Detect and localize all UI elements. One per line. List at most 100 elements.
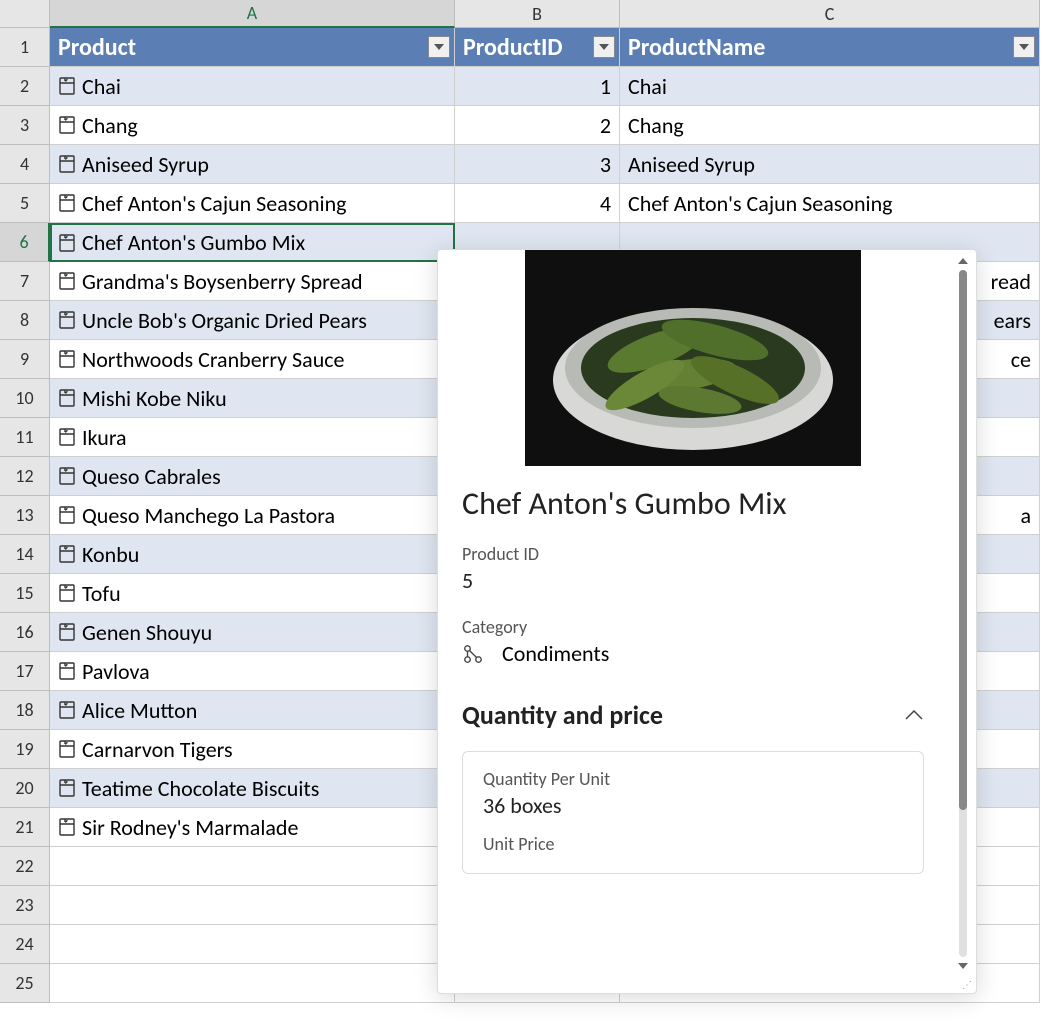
- column-header-C[interactable]: C: [620, 0, 1040, 28]
- cell[interactable]: Genen Shouyu: [50, 613, 455, 652]
- cell[interactable]: Product: [50, 28, 455, 67]
- row-header[interactable]: 11: [0, 418, 50, 457]
- cell[interactable]: Uncle Bob's Organic Dried Pears: [50, 301, 455, 340]
- data-type-icon: [58, 582, 76, 604]
- cell[interactable]: Pavlova: [50, 652, 455, 691]
- row-header[interactable]: 7: [0, 262, 50, 301]
- row-header[interactable]: 18: [0, 691, 50, 730]
- column-headers: A B C: [0, 0, 1046, 28]
- cell[interactable]: Aniseed Syrup: [50, 145, 455, 184]
- cell[interactable]: Chef Anton's Gumbo Mix: [50, 223, 455, 262]
- header-product: Product: [58, 33, 136, 62]
- row-header[interactable]: 17: [0, 652, 50, 691]
- data-type-card: Chef Anton's Gumbo Mix Product ID 5 Cate…: [437, 249, 977, 994]
- cell[interactable]: ProductName: [620, 28, 1040, 67]
- cell[interactable]: Alice Mutton: [50, 691, 455, 730]
- cell[interactable]: Northwoods Cranberry Sauce: [50, 340, 455, 379]
- data-type-icon: [58, 504, 76, 526]
- row-header[interactable]: 4: [0, 145, 50, 184]
- product-id-value: 5: [462, 567, 924, 594]
- cell[interactable]: [50, 847, 455, 886]
- category-label: Category: [462, 616, 924, 638]
- cell[interactable]: Ikura: [50, 418, 455, 457]
- row-header[interactable]: 9: [0, 340, 50, 379]
- data-type-icon: [58, 621, 76, 643]
- cell[interactable]: [50, 964, 455, 1003]
- cell[interactable]: Chang: [50, 106, 455, 145]
- cell[interactable]: 4: [455, 184, 620, 223]
- card-scrollbar[interactable]: [954, 254, 972, 973]
- row-header[interactable]: 10: [0, 379, 50, 418]
- row-header[interactable]: 6: [0, 223, 50, 262]
- data-type-icon: [58, 543, 76, 565]
- cell[interactable]: Konbu: [50, 535, 455, 574]
- data-type-icon: [58, 192, 76, 214]
- data-type-icon: [58, 348, 76, 370]
- row-header[interactable]: 16: [0, 613, 50, 652]
- cell[interactable]: [50, 925, 455, 964]
- chevron-up-icon: [904, 709, 924, 721]
- row-header[interactable]: 20: [0, 769, 50, 808]
- data-type-icon: [58, 270, 76, 292]
- filter-button[interactable]: [593, 36, 615, 58]
- row-header[interactable]: 13: [0, 496, 50, 535]
- cell[interactable]: Queso Cabrales: [50, 457, 455, 496]
- row-header[interactable]: 19: [0, 730, 50, 769]
- cell[interactable]: Chang: [620, 106, 1040, 145]
- cell[interactable]: Aniseed Syrup: [620, 145, 1040, 184]
- data-type-icon: [58, 660, 76, 682]
- cell[interactable]: Chai: [620, 67, 1040, 106]
- row-header[interactable]: 12: [0, 457, 50, 496]
- cell[interactable]: Chef Anton's Cajun Seasoning: [620, 184, 1040, 223]
- filter-button[interactable]: [1013, 36, 1035, 58]
- cell[interactable]: Carnarvon Tigers: [50, 730, 455, 769]
- scroll-down-arrow[interactable]: [956, 959, 970, 973]
- row-header[interactable]: 21: [0, 808, 50, 847]
- cell[interactable]: Queso Manchego La Pastora: [50, 496, 455, 535]
- category-value[interactable]: Condiments: [502, 640, 609, 667]
- data-type-icon: [58, 426, 76, 448]
- data-type-icon: [58, 699, 76, 721]
- cell[interactable]: 1: [455, 67, 620, 106]
- data-type-icon: [58, 738, 76, 760]
- cell[interactable]: [50, 886, 455, 925]
- row-header[interactable]: 25: [0, 964, 50, 1003]
- scroll-up-arrow[interactable]: [956, 254, 970, 268]
- cell[interactable]: ProductID: [455, 28, 620, 67]
- data-type-icon: [58, 75, 76, 97]
- row-header[interactable]: 5: [0, 184, 50, 223]
- resize-handle-icon[interactable]: ⋰: [962, 978, 972, 991]
- data-type-icon: [58, 465, 76, 487]
- filter-button[interactable]: [428, 36, 450, 58]
- row-header[interactable]: 24: [0, 925, 50, 964]
- scroll-thumb[interactable]: [959, 270, 967, 810]
- cell[interactable]: Grandma's Boysenberry Spread: [50, 262, 455, 301]
- row-header[interactable]: 22: [0, 847, 50, 886]
- cell[interactable]: Chef Anton's Cajun Seasoning: [50, 184, 455, 223]
- row-header[interactable]: 1: [0, 28, 50, 67]
- row-header[interactable]: 8: [0, 301, 50, 340]
- row-header[interactable]: 15: [0, 574, 50, 613]
- cell[interactable]: 3: [455, 145, 620, 184]
- row-header[interactable]: 14: [0, 535, 50, 574]
- cell[interactable]: Mishi Kobe Niku: [50, 379, 455, 418]
- cell[interactable]: Sir Rodney's Marmalade: [50, 808, 455, 847]
- row-header[interactable]: 3: [0, 106, 50, 145]
- scroll-track[interactable]: [959, 270, 967, 957]
- product-id-label: Product ID: [462, 543, 924, 565]
- cell[interactable]: 2: [455, 106, 620, 145]
- cell[interactable]: Teatime Chocolate Biscuits: [50, 769, 455, 808]
- data-type-icon: [58, 309, 76, 331]
- data-type-icon: [58, 387, 76, 409]
- data-type-icon: [58, 777, 76, 799]
- row-header[interactable]: 23: [0, 886, 50, 925]
- select-all-corner[interactable]: [0, 0, 50, 28]
- section-quantity-price[interactable]: Quantity and price: [462, 699, 924, 731]
- qpu-value: 36 boxes: [483, 792, 903, 819]
- product-image: [525, 250, 861, 466]
- cell[interactable]: Tofu: [50, 574, 455, 613]
- column-header-B[interactable]: B: [455, 0, 620, 28]
- cell[interactable]: Chai: [50, 67, 455, 106]
- column-header-A[interactable]: A: [50, 0, 455, 28]
- row-header[interactable]: 2: [0, 67, 50, 106]
